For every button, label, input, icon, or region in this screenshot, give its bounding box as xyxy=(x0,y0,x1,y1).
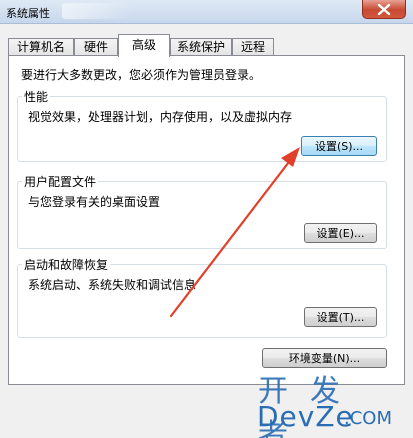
tab-hardware[interactable]: 硬件 xyxy=(74,38,118,56)
admin-notice: 要进行大多数更改，您必须作为管理员登录。 xyxy=(21,68,262,82)
tab-computer-name[interactable]: 计算机名 xyxy=(8,38,74,56)
watermark-dot-com: .COM xyxy=(344,408,392,429)
watermark-en: DevZe xyxy=(257,400,354,433)
tab-advanced[interactable]: 高级 xyxy=(118,34,170,57)
environment-variables-button[interactable]: 环境变量(N)... xyxy=(262,348,387,368)
title-ghost-highlight xyxy=(62,3,132,19)
close-icon xyxy=(377,3,391,15)
group-title-startup-recovery: 启动和故障恢复 xyxy=(22,256,111,273)
tab-system-protection[interactable]: 系统保护 xyxy=(170,38,232,56)
performance-description: 视觉效果，处理器计划，内存使用，以及虚拟内存 xyxy=(28,110,293,124)
tab-strip: 计算机名 硬件 高级 系统保护 远程 xyxy=(8,34,408,57)
group-title-performance: 性能 xyxy=(22,88,51,105)
user-profiles-settings-button[interactable]: 设置(E)... xyxy=(304,223,377,243)
close-button[interactable] xyxy=(362,0,406,19)
performance-settings-button[interactable]: 设置(S)... xyxy=(301,136,377,156)
startup-recovery-settings-button[interactable]: 设置(T)... xyxy=(304,307,377,327)
window-title: 系统属性 xyxy=(6,7,50,20)
title-bar[interactable]: 系统属性 xyxy=(0,0,413,24)
user-profiles-description: 与您登录有关的桌面设置 xyxy=(28,195,161,209)
tab-remote[interactable]: 远程 xyxy=(232,38,274,56)
startup-recovery-description: 系统启动、系统失败和调试信息 xyxy=(28,278,197,292)
group-title-user-profiles: 用户配置文件 xyxy=(22,173,99,190)
